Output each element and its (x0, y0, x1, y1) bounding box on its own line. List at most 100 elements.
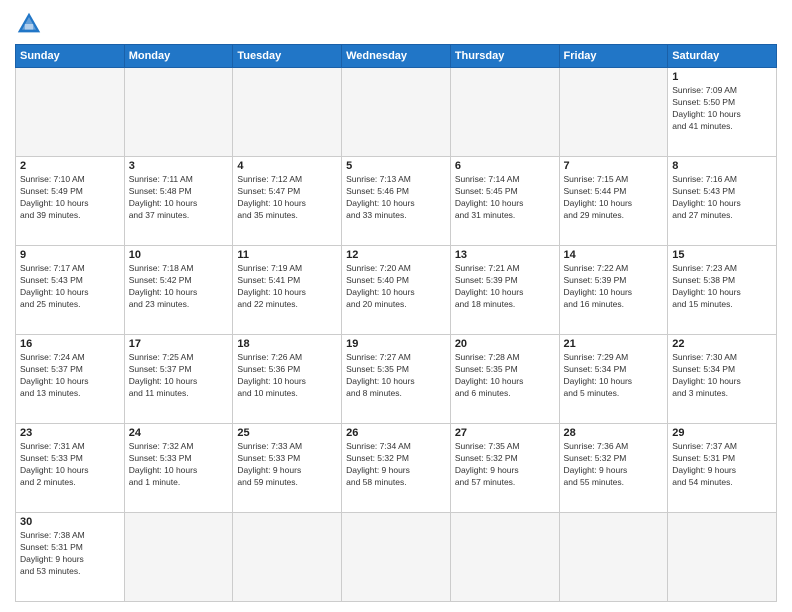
weekday-monday: Monday (124, 45, 233, 68)
day-info: Sunrise: 7:11 AM Sunset: 5:48 PM Dayligh… (129, 174, 229, 222)
calendar-row-6: 30 Sunrise: 7:38 AM Sunset: 5:31 PM Dayli… (16, 513, 777, 602)
day-info: Sunrise: 7:25 AM Sunset: 5:37 PM Dayligh… (129, 352, 229, 400)
day-info: Sunrise: 7:36 AM Sunset: 5:32 PM Dayligh… (564, 441, 664, 489)
day-info: Sunrise: 7:28 AM Sunset: 5:35 PM Dayligh… (455, 352, 555, 400)
day-number: 22 (672, 338, 772, 350)
weekday-saturday: Saturday (668, 45, 777, 68)
table-row (124, 68, 233, 157)
day-info: Sunrise: 7:23 AM Sunset: 5:38 PM Dayligh… (672, 263, 772, 311)
day-info: Sunrise: 7:22 AM Sunset: 5:39 PM Dayligh… (564, 263, 664, 311)
day-number: 26 (346, 427, 446, 439)
table-row: 26Sunrise: 7:34 AM Sunset: 5:32 PM Dayli… (342, 424, 451, 513)
day-number: 3 (129, 160, 229, 172)
day-info: Sunrise: 7:19 AM Sunset: 5:41 PM Dayligh… (237, 263, 337, 311)
day-number: 14 (564, 249, 664, 261)
day-number: 15 (672, 249, 772, 261)
day-number: 30 (20, 516, 120, 528)
day-number: 24 (129, 427, 229, 439)
weekday-friday: Friday (559, 45, 668, 68)
day-info: Sunrise: 7:18 AM Sunset: 5:42 PM Dayligh… (129, 263, 229, 311)
day-number: 10 (129, 249, 229, 261)
weekday-sunday: Sunday (16, 45, 125, 68)
table-row: 25Sunrise: 7:33 AM Sunset: 5:33 PM Dayli… (233, 424, 342, 513)
day-number: 4 (237, 160, 337, 172)
day-number: 11 (237, 249, 337, 261)
table-row (233, 68, 342, 157)
day-number: 13 (455, 249, 555, 261)
table-row: 14 Sunrise: 7:22 AM Sunset: 5:39 PM Dayli… (559, 246, 668, 335)
table-row: 5 Sunrise: 7:13 AM Sunset: 5:46 PM Daylig… (342, 157, 451, 246)
table-row: 19 Sunrise: 7:27 AM Sunset: 5:35 PM Dayli… (342, 335, 451, 424)
table-row (450, 513, 559, 602)
table-row: 10 Sunrise: 7:18 AM Sunset: 5:42 PM Dayli… (124, 246, 233, 335)
day-info: Sunrise: 7:09 AM Sunset: 5:50 PM Dayligh… (672, 85, 772, 133)
day-number: 28 (564, 427, 664, 439)
weekday-thursday: Thursday (450, 45, 559, 68)
calendar-row-1: 1 Sunrise: 7:09 AM Sunset: 5:50 PM Daylig… (16, 68, 777, 157)
table-row (668, 513, 777, 602)
day-info: Sunrise: 7:31 AM Sunset: 5:33 PM Dayligh… (20, 441, 120, 489)
day-info: Sunrise: 7:10 AM Sunset: 5:49 PM Dayligh… (20, 174, 120, 222)
day-info: Sunrise: 7:35 AM Sunset: 5:32 PM Dayligh… (455, 441, 555, 489)
day-number: 9 (20, 249, 120, 261)
table-row: 7Sunrise: 7:15 AM Sunset: 5:44 PM Daylig… (559, 157, 668, 246)
table-row: 20 Sunrise: 7:28 AM Sunset: 5:35 PM Dayli… (450, 335, 559, 424)
day-info: Sunrise: 7:16 AM Sunset: 5:43 PM Dayligh… (672, 174, 772, 222)
table-row (342, 513, 451, 602)
day-info: Sunrise: 7:24 AM Sunset: 5:37 PM Dayligh… (20, 352, 120, 400)
weekday-tuesday: Tuesday (233, 45, 342, 68)
day-number: 29 (672, 427, 772, 439)
calendar-row-2: 2Sunrise: 7:10 AM Sunset: 5:49 PM Daylig… (16, 157, 777, 246)
day-number: 16 (20, 338, 120, 350)
calendar-row-5: 23 Sunrise: 7:31 AM Sunset: 5:33 PM Dayli… (16, 424, 777, 513)
table-row: 12Sunrise: 7:20 AM Sunset: 5:40 PM Dayli… (342, 246, 451, 335)
calendar-row-4: 16 Sunrise: 7:24 AM Sunset: 5:37 PM Dayli… (16, 335, 777, 424)
table-row: 13 Sunrise: 7:21 AM Sunset: 5:39 PM Dayli… (450, 246, 559, 335)
table-row (559, 68, 668, 157)
day-number: 1 (672, 71, 772, 83)
table-row: 3 Sunrise: 7:11 AM Sunset: 5:48 PM Daylig… (124, 157, 233, 246)
table-row: 21 Sunrise: 7:29 AM Sunset: 5:34 PM Dayli… (559, 335, 668, 424)
table-row: 16 Sunrise: 7:24 AM Sunset: 5:37 PM Dayli… (16, 335, 125, 424)
table-row: 23 Sunrise: 7:31 AM Sunset: 5:33 PM Dayli… (16, 424, 125, 513)
day-number: 21 (564, 338, 664, 350)
table-row: 27 Sunrise: 7:35 AM Sunset: 5:32 PM Dayli… (450, 424, 559, 513)
day-info: Sunrise: 7:29 AM Sunset: 5:34 PM Dayligh… (564, 352, 664, 400)
day-info: Sunrise: 7:30 AM Sunset: 5:34 PM Dayligh… (672, 352, 772, 400)
day-info: Sunrise: 7:27 AM Sunset: 5:35 PM Dayligh… (346, 352, 446, 400)
day-number: 20 (455, 338, 555, 350)
day-info: Sunrise: 7:21 AM Sunset: 5:39 PM Dayligh… (455, 263, 555, 311)
table-row: 9 Sunrise: 7:17 AM Sunset: 5:43 PM Daylig… (16, 246, 125, 335)
table-row: 28 Sunrise: 7:36 AM Sunset: 5:32 PM Dayli… (559, 424, 668, 513)
day-number: 18 (237, 338, 337, 350)
logo-icon (15, 10, 43, 38)
day-info: Sunrise: 7:38 AM Sunset: 5:31 PM Dayligh… (20, 530, 120, 578)
weekday-header-row: SundayMondayTuesdayWednesdayThursdayFrid… (16, 45, 777, 68)
day-number: 23 (20, 427, 120, 439)
day-number: 27 (455, 427, 555, 439)
table-row (450, 68, 559, 157)
day-number: 17 (129, 338, 229, 350)
day-info: Sunrise: 7:17 AM Sunset: 5:43 PM Dayligh… (20, 263, 120, 311)
table-row: 2Sunrise: 7:10 AM Sunset: 5:49 PM Daylig… (16, 157, 125, 246)
day-number: 19 (346, 338, 446, 350)
page: SundayMondayTuesdayWednesdayThursdayFrid… (0, 0, 792, 612)
table-row: 29Sunrise: 7:37 AM Sunset: 5:31 PM Dayli… (668, 424, 777, 513)
table-row: 8Sunrise: 7:16 AM Sunset: 5:43 PM Daylig… (668, 157, 777, 246)
table-row: 4 Sunrise: 7:12 AM Sunset: 5:47 PM Daylig… (233, 157, 342, 246)
table-row: 22 Sunrise: 7:30 AM Sunset: 5:34 PM Dayli… (668, 335, 777, 424)
day-info: Sunrise: 7:13 AM Sunset: 5:46 PM Dayligh… (346, 174, 446, 222)
table-row: 11 Sunrise: 7:19 AM Sunset: 5:41 PM Dayli… (233, 246, 342, 335)
header (15, 10, 777, 38)
table-row (124, 513, 233, 602)
table-row: 6Sunrise: 7:14 AM Sunset: 5:45 PM Daylig… (450, 157, 559, 246)
calendar-row-3: 9 Sunrise: 7:17 AM Sunset: 5:43 PM Daylig… (16, 246, 777, 335)
table-row: 24 Sunrise: 7:32 AM Sunset: 5:33 PM Dayli… (124, 424, 233, 513)
day-number: 5 (346, 160, 446, 172)
day-info: Sunrise: 7:32 AM Sunset: 5:33 PM Dayligh… (129, 441, 229, 489)
day-number: 6 (455, 160, 555, 172)
table-row (342, 68, 451, 157)
logo (15, 10, 47, 38)
day-info: Sunrise: 7:12 AM Sunset: 5:47 PM Dayligh… (237, 174, 337, 222)
day-info: Sunrise: 7:26 AM Sunset: 5:36 PM Dayligh… (237, 352, 337, 400)
